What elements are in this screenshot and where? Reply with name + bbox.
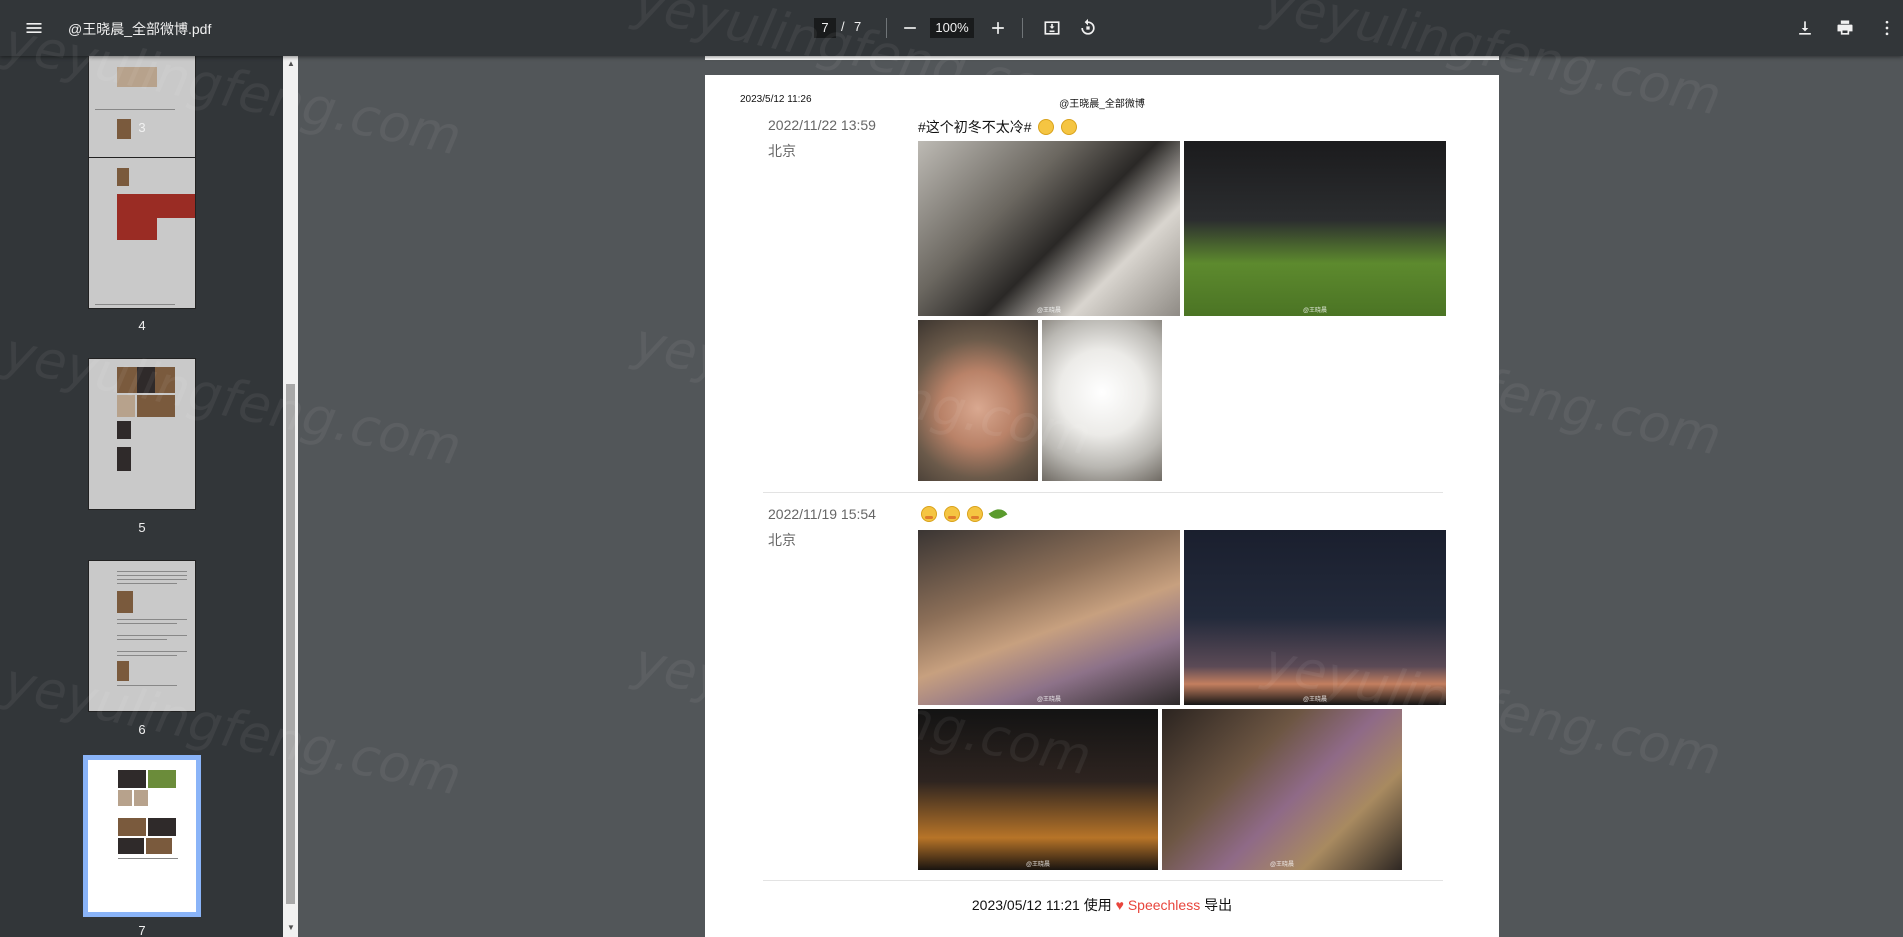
photo-watermark: @王晓晨: [1302, 308, 1328, 314]
print-button[interactable]: [1829, 12, 1861, 44]
previous-page-edge: [705, 56, 1499, 60]
studio-stretch-photo: @王晓晨: [1162, 709, 1402, 870]
post-divider: [763, 492, 1443, 493]
more-vert-icon: [1885, 20, 1889, 36]
gym-stretch-photo: @王晓晨: [1184, 141, 1446, 316]
footer-prefix: 2023/05/12 11:21 使用: [971, 897, 1112, 913]
thumbnail-label: 3: [138, 120, 146, 135]
post-text: #这个初冬不太冷#: [918, 117, 1078, 137]
smile-emoji-icon: [1038, 119, 1055, 135]
weibo-post: 2022/11/22 13:59 北京 #这个初冬不太冷# @王晓晨 @王晓晨: [763, 117, 1446, 487]
fit-to-page-button[interactable]: [1036, 12, 1068, 44]
rotate-button[interactable]: [1072, 12, 1104, 44]
document-title: @王晓晨_全部微博.pdf: [68, 21, 212, 37]
zoom-out-icon: [904, 27, 916, 29]
page-number-input[interactable]: [814, 18, 836, 38]
download-icon: [1799, 21, 1811, 35]
leaf-emoji-icon: [988, 505, 1008, 523]
thumbnail-label: 6: [138, 722, 146, 737]
skyline-dusk-photo: @王晓晨: [1184, 530, 1446, 705]
thumbnail-page-5[interactable]: [88, 358, 196, 510]
toolbar-divider: [886, 18, 887, 38]
smile-emoji-icon: [1061, 119, 1078, 135]
hug-emoji-icon: [943, 506, 960, 522]
scroll-up-icon[interactable]: ▲: [287, 60, 295, 68]
photo-watermark: @王晓晨: [1036, 308, 1062, 314]
page-total: 7: [854, 19, 862, 34]
pdf-page: 2023/5/12 11:26 @王晓晨_全部微博 2022/11/22 13:…: [705, 75, 1499, 937]
hug-emoji-icon: [921, 506, 937, 522]
thumbnail-page-4[interactable]: [88, 157, 196, 309]
post-location: 北京: [768, 532, 796, 548]
download-button[interactable]: [1789, 12, 1821, 44]
footer-brand-link[interactable]: Speechless: [1128, 897, 1200, 913]
post-text: [918, 505, 1008, 523]
photo-watermark: @王晓晨: [1025, 862, 1051, 868]
pink-roses-photo: [918, 320, 1038, 481]
thumbnail-label: 7: [138, 923, 146, 937]
thumbnail-label: 4: [138, 318, 146, 333]
hug-emoji-icon: [966, 506, 983, 522]
menu-button[interactable]: [18, 12, 50, 44]
pilates-photo: @王晓晨: [918, 530, 1180, 705]
zoom-level-input[interactable]: [930, 18, 974, 38]
post-text-content: #这个初冬不太冷#: [918, 119, 1032, 135]
thumbnail-page-7[interactable]: [83, 755, 201, 917]
photo-watermark: @王晓晨: [1036, 697, 1062, 703]
zoom-in-button[interactable]: [982, 12, 1014, 44]
scroll-down-icon[interactable]: ▼: [287, 924, 295, 932]
zoom-in-icon: [992, 22, 1004, 34]
sunset-skyline-photo: @王晓晨: [918, 709, 1158, 870]
page-header-title: @王晓晨_全部微博: [1059, 99, 1145, 110]
rotate-icon: [1081, 18, 1095, 35]
footer-suffix: 导出: [1204, 897, 1233, 913]
pdf-toolbar: @王晓晨_全部微博.pdf / 7: [0, 0, 1903, 56]
fit-page-icon: [1044, 21, 1060, 35]
post-date: 2022/11/19 15:54: [768, 506, 876, 522]
zoom-out-button[interactable]: [894, 12, 926, 44]
weibo-post: 2022/11/19 15:54 北京 @王晓晨 @王晓晨 @王晓晨 @王晓晨: [763, 505, 1446, 886]
scrollbar-thumb[interactable]: [286, 384, 295, 904]
post-divider: [763, 880, 1443, 881]
photo-watermark: @王晓晨: [1269, 862, 1295, 868]
menu-icon: [26, 23, 42, 33]
post-date: 2022/11/22 13:59: [768, 117, 876, 133]
thumbnail-page-3[interactable]: [88, 56, 196, 160]
thumbnail-page-6[interactable]: [88, 560, 196, 712]
heart-icon: ♥: [1115, 897, 1124, 913]
more-options-button[interactable]: [1877, 12, 1897, 44]
export-footer: 2023/05/12 11:21 使用 ♥ Speechless 导出: [705, 895, 1499, 915]
thumbnail-sidebar: 3 4 5 6 7: [0, 56, 283, 937]
toolbar-divider: [1022, 18, 1023, 38]
white-roses-photo: [1042, 320, 1162, 481]
print-icon: [1837, 20, 1853, 35]
gym-trainer-photo: @王晓晨: [918, 141, 1180, 316]
page-separator: /: [841, 19, 845, 34]
photo-watermark: @王晓晨: [1302, 697, 1328, 703]
post-location: 北京: [768, 143, 796, 159]
thumbnail-label: 5: [138, 520, 146, 535]
